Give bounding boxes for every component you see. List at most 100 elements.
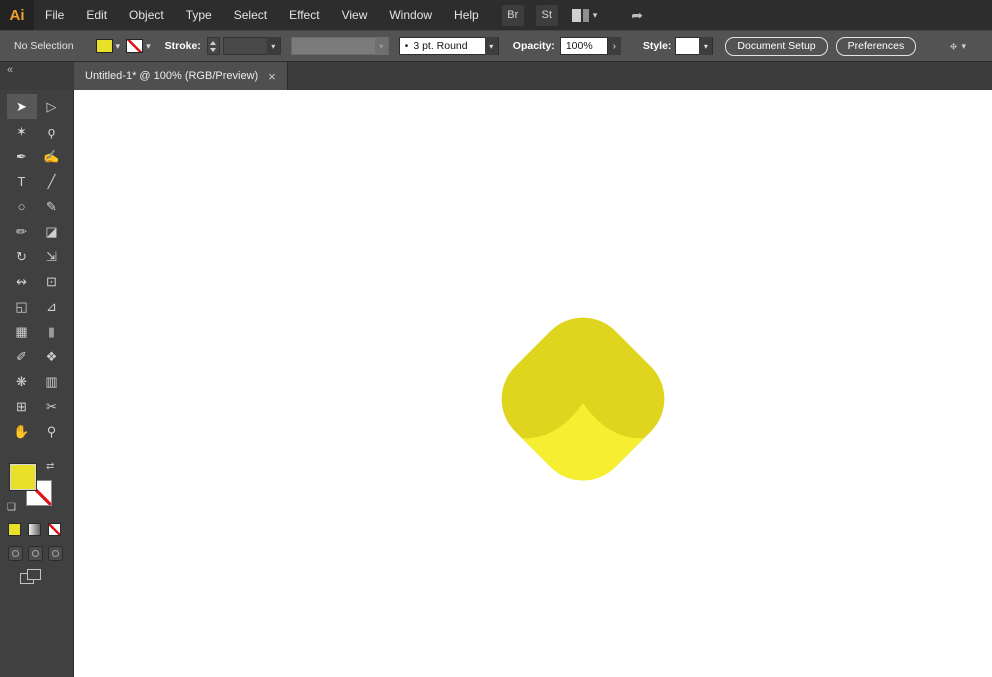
- chevron-down-icon: ▾: [374, 37, 388, 55]
- mesh-tool[interactable]: ▦: [7, 319, 37, 344]
- slice-tool[interactable]: ✂: [37, 394, 67, 419]
- menu-effect[interactable]: Effect: [278, 0, 330, 30]
- curvature-tool[interactable]: ✍: [37, 144, 67, 169]
- style-label: Style:: [642, 40, 672, 52]
- tools-panel: ➤ ▷ ✶ ϙ ✒ ✍ T ╱ ○ ✎ ✏ ◪ ↻ ⇲ ↭ ⊡ ◱ ⊿ ▦ ▮: [0, 90, 74, 677]
- chevron-down-icon: ▾: [146, 40, 151, 51]
- menu-object[interactable]: Object: [118, 0, 175, 30]
- menu-file[interactable]: File: [34, 0, 75, 30]
- stroke-none-swatch: [126, 39, 144, 53]
- zoom-tool[interactable]: ⚲: [37, 419, 67, 444]
- eyedropper-tool[interactable]: ✐: [7, 344, 37, 369]
- selection-tool[interactable]: ➤: [6, 94, 37, 119]
- paintbrush-tool[interactable]: ✎: [37, 194, 67, 219]
- default-fill-stroke-icon[interactable]: ❑: [7, 502, 16, 513]
- stroke-weight-select[interactable]: ▾: [222, 37, 281, 55]
- artboard-canvas[interactable]: [74, 90, 992, 677]
- arrange-documents-button[interactable]: ▾: [571, 8, 598, 22]
- arrange-documents-icon: [571, 8, 589, 22]
- chevron-down-icon: ▾: [266, 37, 280, 55]
- menu-bar: Ai File Edit Object Type Select Effect V…: [0, 0, 992, 30]
- share-icon[interactable]: ➦: [631, 7, 643, 24]
- collapse-panel-button[interactable]: «: [0, 62, 74, 90]
- column-graph-tool[interactable]: ▥: [37, 369, 67, 394]
- app-logo: Ai: [0, 0, 34, 30]
- menu-help[interactable]: Help: [443, 0, 490, 30]
- gradient-mode-button[interactable]: [28, 523, 41, 536]
- stroke-weight-stepper[interactable]: [206, 37, 220, 55]
- screen-mode-button[interactable]: [20, 569, 44, 587]
- chevron-down-icon: ▾: [484, 37, 498, 55]
- opacity-value: 100%: [565, 40, 593, 52]
- opacity-label: Opacity:: [512, 40, 555, 52]
- artboard-tool[interactable]: ⊞: [7, 394, 37, 419]
- draw-behind-icon: [32, 550, 39, 557]
- screen-mode-icon: [27, 569, 41, 580]
- draw-normal-button[interactable]: [8, 546, 23, 561]
- chevron-right-icon: ›: [612, 40, 616, 52]
- menu-window[interactable]: Window: [378, 0, 443, 30]
- fill-color-proxy[interactable]: [9, 463, 37, 491]
- preferences-button[interactable]: Preferences: [835, 36, 917, 56]
- graphic-style-select[interactable]: ▾: [675, 37, 714, 55]
- draw-normal-icon: [12, 550, 19, 557]
- control-bar: No Selection ▾ ▾ Stroke: ▾ ▾ • 3 pt. Rou…: [0, 30, 992, 62]
- lasso-tool[interactable]: ϙ: [37, 119, 67, 144]
- document-setup-button[interactable]: Document Setup: [725, 36, 828, 56]
- shape-builder-tool[interactable]: ◱: [7, 294, 37, 319]
- chevron-down-icon: ▾: [115, 40, 121, 51]
- variable-width-profile-select[interactable]: • 3 pt. Round ▾: [398, 37, 499, 55]
- align-icon: ⌖: [949, 37, 958, 54]
- bridge-icon[interactable]: Br: [501, 4, 524, 26]
- draw-inside-icon: [52, 550, 59, 557]
- close-icon[interactable]: ×: [268, 70, 276, 83]
- direct-selection-tool[interactable]: ▷: [37, 94, 67, 119]
- opacity-input[interactable]: 100%: [559, 37, 608, 55]
- pencil-tool[interactable]: ✏: [7, 219, 37, 244]
- fill-color-picker[interactable]: ▾: [95, 37, 121, 55]
- fill-swatch: [95, 39, 113, 53]
- width-tool[interactable]: ↭: [7, 269, 37, 294]
- none-mode-button[interactable]: [48, 523, 61, 536]
- chevron-down-icon: ▾: [961, 40, 966, 51]
- chevron-down-icon: ▾: [592, 9, 598, 20]
- variable-width-profile-value: 3 pt. Round: [413, 40, 468, 52]
- main-area: ➤ ▷ ✶ ϙ ✒ ✍ T ╱ ○ ✎ ✏ ◪ ↻ ⇲ ↭ ⊡ ◱ ⊿ ▦ ▮: [0, 90, 992, 677]
- menu-type[interactable]: Type: [175, 0, 223, 30]
- align-options-button[interactable]: ⌖ ▾: [950, 38, 966, 55]
- swap-fill-stroke-icon[interactable]: ⇄: [46, 461, 54, 472]
- menu-view[interactable]: View: [331, 0, 379, 30]
- magic-wand-tool[interactable]: ✶: [7, 119, 37, 144]
- pen-tool[interactable]: ✒: [7, 144, 37, 169]
- stock-icon[interactable]: St: [535, 4, 558, 26]
- tools-grid: ➤ ▷ ✶ ϙ ✒ ✍ T ╱ ○ ✎ ✏ ◪ ↻ ⇲ ↭ ⊡ ◱ ⊿ ▦ ▮: [0, 90, 73, 444]
- document-tab-title: Untitled-1* @ 100% (RGB/Preview): [85, 70, 259, 82]
- perspective-grid-tool[interactable]: ⊿: [37, 294, 67, 319]
- eraser-tool[interactable]: ◪: [37, 219, 67, 244]
- illustrator-window: Ai File Edit Object Type Select Effect V…: [0, 0, 992, 677]
- gradient-tool[interactable]: ▮: [37, 319, 67, 344]
- blend-tool[interactable]: ❖: [37, 344, 67, 369]
- stepper-down-icon: [210, 47, 217, 52]
- rotate-tool[interactable]: ↻: [7, 244, 37, 269]
- color-mode-button[interactable]: [8, 523, 21, 536]
- free-transform-tool[interactable]: ⊡: [37, 269, 67, 294]
- stroke-color-picker[interactable]: ▾: [126, 37, 151, 55]
- line-segment-tool[interactable]: ╱: [37, 169, 67, 194]
- menu-select[interactable]: Select: [223, 0, 278, 30]
- type-tool[interactable]: T: [7, 169, 37, 194]
- hand-tool[interactable]: ✋: [7, 419, 37, 444]
- selection-status: No Selection: [14, 40, 74, 52]
- document-tab-bar: « Untitled-1* @ 100% (RGB/Preview) ×: [0, 62, 992, 90]
- opacity-panel-arrow[interactable]: ›: [607, 37, 621, 55]
- menu-edit[interactable]: Edit: [75, 0, 118, 30]
- chevron-down-icon: ▾: [699, 37, 713, 55]
- draw-inside-button[interactable]: [48, 546, 63, 561]
- ellipse-tool[interactable]: ○: [7, 194, 37, 219]
- stroke-label: Stroke:: [164, 40, 201, 52]
- scale-tool[interactable]: ⇲: [37, 244, 67, 269]
- document-tab[interactable]: Untitled-1* @ 100% (RGB/Preview) ×: [74, 62, 288, 90]
- draw-behind-button[interactable]: [28, 546, 43, 561]
- symbol-sprayer-tool[interactable]: ❋: [7, 369, 37, 394]
- brush-definition-select[interactable]: ▾: [290, 37, 389, 55]
